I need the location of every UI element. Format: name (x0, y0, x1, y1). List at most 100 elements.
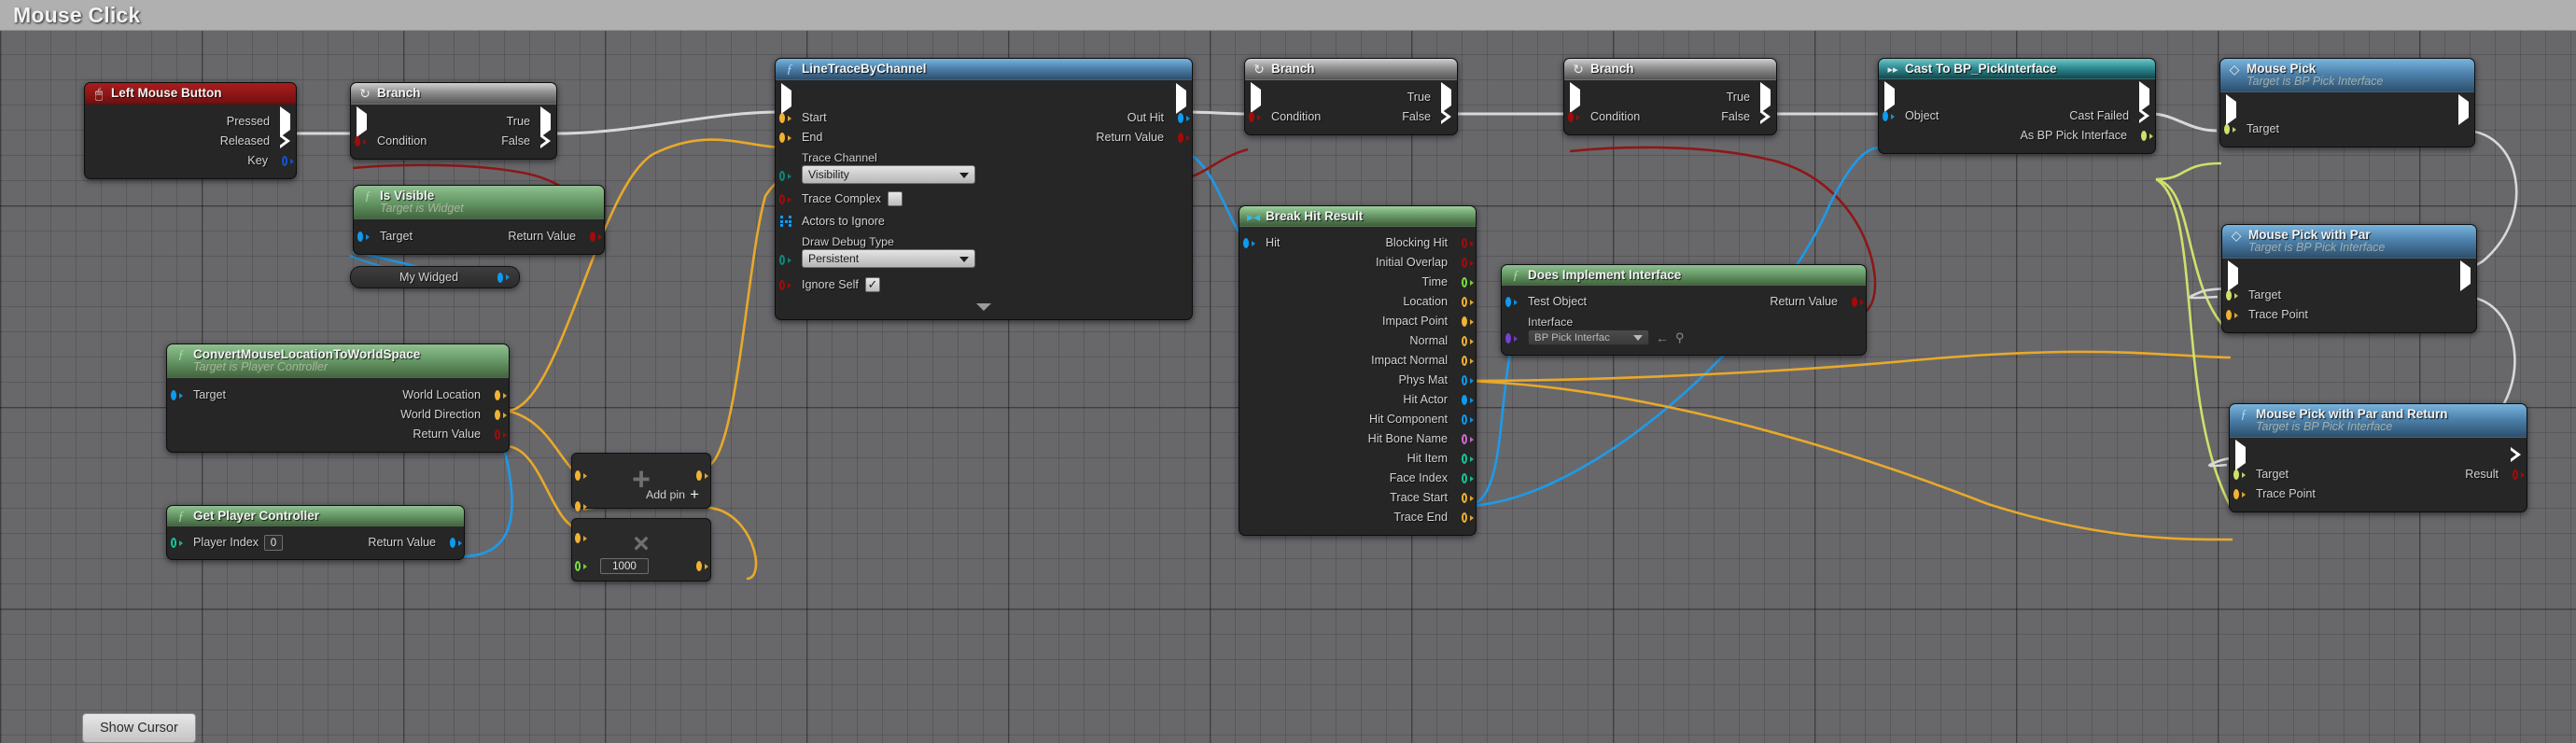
bool-pin-return-value[interactable] (590, 231, 602, 243)
exec-pin-in[interactable] (2226, 94, 2238, 126)
pin-row-impact-point[interactable]: Impact Point (1239, 312, 1476, 330)
exec-pin-cast-failed[interactable] (2139, 108, 2151, 120)
pin-row-target[interactable]: Target World Location (167, 386, 509, 404)
node-my-widged-variable[interactable]: My Widged (350, 266, 520, 288)
blueprint-graph-canvas[interactable]: Mouse Click 🖱 Left Mouse Button Pressed … (0, 0, 2576, 743)
pin-row-hit-component[interactable]: Hit Component (1239, 410, 1476, 428)
pin-row-time[interactable]: Time (1239, 273, 1476, 291)
bool-pin-ignore-self[interactable] (779, 279, 791, 291)
browse-asset-icon[interactable]: ⚲ (1675, 330, 1685, 345)
bool-pin-trace-complex[interactable] (779, 193, 791, 205)
exec-pin-in[interactable] (1570, 82, 1582, 114)
pin-row-trace-point[interactable]: Trace Point (2222, 305, 2476, 324)
float-pin-time[interactable] (1462, 276, 1474, 288)
pin-row-actors-to-ignore[interactable]: Actors to Ignore (776, 212, 1192, 231)
vector-pin-trace-point[interactable] (2233, 488, 2246, 500)
bool-pin-return-value[interactable] (1178, 132, 1190, 144)
pin-row-exec[interactable] (2230, 440, 2527, 471)
draw-debug-type-dropdown[interactable]: Persistent (802, 249, 975, 269)
exec-pin-pressed[interactable] (280, 106, 292, 138)
vector-pin-impact-point[interactable] (1462, 315, 1474, 328)
node-multiply-vector-float[interactable]: × 1000 (571, 518, 711, 582)
node-branch-2[interactable]: ↻ Branch True Condition False (1244, 58, 1458, 136)
exec-pin-in[interactable] (2235, 440, 2247, 471)
interface-pin-target[interactable] (2233, 469, 2246, 481)
array-pin-actors-to-ignore[interactable] (780, 216, 792, 228)
pin-row-interface[interactable]: Interface BP Pick Interfac ← ⚲ (1502, 312, 1866, 346)
pin-row-released[interactable]: Released (85, 132, 296, 150)
exec-pin-in[interactable] (781, 83, 793, 115)
pin-row-impact-normal[interactable]: Impact Normal (1239, 351, 1476, 370)
comment-box-header[interactable]: Mouse Click (0, 0, 2576, 31)
vector-pin-normal[interactable] (1462, 335, 1474, 347)
pin-row-world-direction[interactable]: World Direction (167, 405, 509, 424)
use-selected-asset-icon[interactable]: ← (1656, 330, 1669, 345)
bool-pin-condition[interactable] (1568, 111, 1580, 123)
pin-row-hit-item[interactable]: Hit Item (1239, 449, 1476, 468)
pin-row-key[interactable]: Key (85, 151, 296, 170)
vector-pin-world-direction[interactable] (495, 409, 507, 421)
pin-row-target[interactable]: Target Result (2230, 465, 2527, 484)
int-pin-player-index[interactable] (171, 537, 183, 549)
pin-row-exec[interactable] (2220, 94, 2474, 126)
vector-pin-trace-point[interactable] (2226, 309, 2238, 321)
exec-pin-out[interactable] (2458, 94, 2471, 126)
pin-row-ignore-self[interactable]: Ignore Self ✓ (776, 275, 1192, 294)
pin-row-exec-in[interactable]: True (1245, 82, 1457, 114)
exec-pin-released[interactable] (280, 133, 292, 146)
pin-row-normal[interactable]: Normal (1239, 331, 1476, 350)
bool-pin-return-value[interactable] (495, 428, 507, 441)
pin-row-as-bp-pick-interface[interactable]: As BP Pick Interface (1879, 126, 2155, 145)
pin-row-initial-overlap[interactable]: Initial Overlap (1239, 253, 1476, 272)
interface-pin-target[interactable] (2226, 289, 2238, 301)
node-mouse-pick-with-par-and-return[interactable]: ƒ Mouse Pick with Par and Return Target … (2229, 403, 2527, 513)
node-mouse-pick-with-par[interactable]: ◇ Mouse Pick with Par Target is BP Pick … (2221, 224, 2477, 334)
pin-row-end[interactable]: End Return Value (776, 128, 1192, 147)
node-line-trace-by-channel[interactable]: ƒ LineTraceByChannel Start Out Hit End R… (775, 58, 1193, 321)
vector-pin-b[interactable] (575, 500, 587, 512)
trace-complex-checkbox[interactable]: ✓ (887, 191, 903, 207)
pin-row-exec-in[interactable]: True (1564, 82, 1776, 114)
vector-pin-a[interactable] (575, 532, 587, 544)
interface-dropdown[interactable]: BP Pick Interfac (1528, 329, 1649, 346)
object-pin-hit-component[interactable] (1462, 414, 1474, 426)
pin-row-condition[interactable]: Condition False (351, 132, 556, 150)
pin-row-face-index[interactable]: Face Index (1239, 469, 1476, 487)
add-pin-button[interactable]: Add pin + (646, 486, 699, 502)
vector-pin-result[interactable] (696, 470, 708, 482)
bool-pin-result[interactable] (2513, 469, 2525, 481)
node-get-player-controller[interactable]: ƒ Get Player Controller Player Index 0 R… (166, 505, 465, 561)
exec-pin-true[interactable] (1760, 82, 1772, 114)
pin-row-trace-complex[interactable]: Trace Complex ✓ (776, 189, 1192, 208)
pin-row-trace-channel[interactable]: Trace Channel Visibility (776, 147, 1192, 185)
pin-row-trace-end[interactable]: Trace End (1239, 508, 1476, 526)
node-break-hit-result[interactable]: ▸◂ Break Hit Result Hit Blocking Hit Ini… (1239, 205, 1477, 537)
node-does-implement-interface[interactable]: ƒ Does Implement Interface Test Object R… (1501, 264, 1867, 357)
pin-row-draw-debug-type[interactable]: Draw Debug Type Persistent (776, 231, 1192, 269)
exec-pin-out[interactable] (2460, 260, 2472, 292)
exec-pin-in[interactable] (1251, 82, 1263, 114)
pin-row-exec[interactable] (776, 83, 1192, 115)
pin-row-pressed[interactable]: Pressed (85, 106, 296, 138)
vector-pin-trace-start[interactable] (1462, 492, 1474, 504)
exec-pin-in[interactable] (1884, 81, 1897, 113)
vector-pin-trace-end[interactable] (1462, 512, 1474, 524)
ignore-self-checkbox[interactable]: ✓ (864, 277, 880, 293)
bool-pin-condition[interactable] (1249, 111, 1261, 123)
struct-pin-hit[interactable] (1243, 237, 1255, 249)
bool-pin-blocking-hit[interactable] (1462, 237, 1474, 249)
exec-pin-true[interactable] (1441, 82, 1453, 114)
node-mouse-pick[interactable]: ◇ Mouse Pick Target is BP Pick Interface… (2219, 58, 2475, 148)
name-pin-hit-bone-name[interactable] (1462, 433, 1474, 445)
object-pin-phys-mat[interactable] (1462, 374, 1474, 386)
object-pin-return-value[interactable] (450, 537, 462, 549)
data-pin-key[interactable] (282, 155, 294, 167)
vector-pin-location[interactable] (1462, 296, 1474, 308)
exec-pin-out[interactable] (1176, 83, 1188, 115)
node-branch-3[interactable]: ↻ Branch True Condition False (1563, 58, 1777, 136)
interface-pin-as-bp-pick-interface[interactable] (2141, 130, 2153, 142)
exec-pin-false[interactable] (540, 133, 553, 146)
node-add-vector[interactable]: + Add pin + (571, 453, 711, 512)
pin-row-trace-start[interactable]: Trace Start (1239, 488, 1476, 507)
interface-pin-target[interactable] (2224, 123, 2236, 135)
